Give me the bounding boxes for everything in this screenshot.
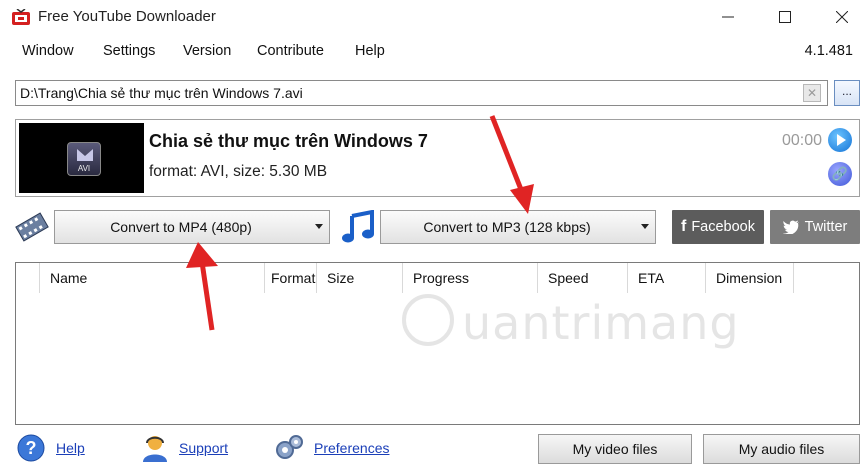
clear-icon: ✕	[806, 86, 818, 100]
watermark-logo-icon	[402, 294, 454, 346]
menu-contribute[interactable]: Contribute	[257, 43, 324, 59]
video-format-size: format: AVI, size: 5.30 MB	[149, 163, 328, 180]
support-person-icon	[143, 436, 167, 462]
music-note-icon	[342, 210, 374, 243]
facebook-button[interactable]: f Facebook	[672, 210, 764, 244]
version-label: 4.1.481	[804, 43, 853, 59]
column-header-name[interactable]: Name	[40, 263, 265, 293]
my-audio-files-button[interactable]: My audio files	[703, 434, 860, 464]
window-title: Free YouTube Downloader	[38, 8, 216, 25]
help-link[interactable]: Help	[56, 440, 85, 456]
column-header-format[interactable]: Format	[265, 263, 317, 293]
chevron-down-icon	[315, 224, 323, 229]
clear-path-button[interactable]: ✕	[803, 84, 821, 102]
watermark-text: uantrimang	[462, 296, 740, 350]
convert-video-dropdown[interactable]: Convert to MP4 (480p)	[54, 210, 330, 244]
close-button[interactable]	[819, 0, 865, 34]
column-header-speed[interactable]: Speed	[538, 263, 628, 293]
app-logo-icon	[12, 9, 30, 25]
twitter-label: Twitter	[804, 219, 848, 235]
maximize-button[interactable]	[762, 0, 808, 34]
browse-button[interactable]: ...	[834, 80, 860, 106]
menu-bar: Window Settings Version Contribute Help …	[0, 38, 865, 66]
link-icon: 🔗	[831, 166, 849, 181]
facebook-icon: f	[680, 218, 687, 235]
menu-help[interactable]: Help	[355, 43, 385, 59]
open-link-button[interactable]: 🔗	[828, 162, 852, 186]
menu-settings[interactable]: Settings	[103, 43, 155, 59]
chevron-down-icon	[641, 224, 649, 229]
video-info-panel: AVI Chia sẻ thư mục trên Windows 7 forma…	[15, 119, 860, 197]
close-icon	[836, 11, 848, 23]
column-header-progress[interactable]: Progress	[403, 263, 538, 293]
convert-audio-dropdown[interactable]: Convert to MP3 (128 kbps)	[380, 210, 656, 244]
column-header-select[interactable]	[16, 263, 40, 293]
convert-video-label: Convert to MP4 (480p)	[110, 219, 252, 235]
svg-text:?: ?	[26, 438, 37, 458]
gears-icon	[276, 435, 303, 459]
file-path-field[interactable]: ✕	[15, 80, 828, 106]
table-header: Name Format Size Progress Speed ETA Dime…	[16, 263, 859, 293]
avi-badge: AVI	[77, 164, 91, 173]
column-header-eta[interactable]: ETA	[628, 263, 706, 293]
column-header-size[interactable]: Size	[317, 263, 403, 293]
maximize-icon	[779, 11, 791, 23]
avi-file-icon: AVI	[67, 142, 101, 176]
twitter-button[interactable]: Twitter	[770, 210, 860, 244]
file-path-input[interactable]	[16, 81, 786, 105]
title-bar: Free YouTube Downloader	[0, 0, 865, 34]
my-video-files-button[interactable]: My video files	[538, 434, 692, 464]
twitter-icon	[782, 220, 799, 234]
menu-version[interactable]: Version	[183, 43, 231, 59]
minimize-icon	[722, 16, 734, 18]
column-header-dimension[interactable]: Dimension	[706, 263, 794, 293]
film-strip-icon	[15, 212, 49, 242]
support-link[interactable]: Support	[179, 440, 228, 456]
video-thumbnail: AVI	[19, 123, 144, 193]
help-icon[interactable]: ?	[16, 434, 46, 462]
video-duration: 00:00	[782, 132, 823, 149]
preferences-link[interactable]: Preferences	[314, 440, 389, 456]
minimize-button[interactable]	[705, 0, 751, 34]
play-button[interactable]	[828, 128, 852, 152]
menu-window[interactable]: Window	[22, 43, 74, 59]
video-title: Chia sẻ thư mục trên Windows 7	[149, 131, 428, 151]
convert-audio-label: Convert to MP3 (128 kbps)	[423, 219, 591, 235]
facebook-label: Facebook	[691, 219, 755, 235]
envelope-icon	[77, 149, 93, 161]
